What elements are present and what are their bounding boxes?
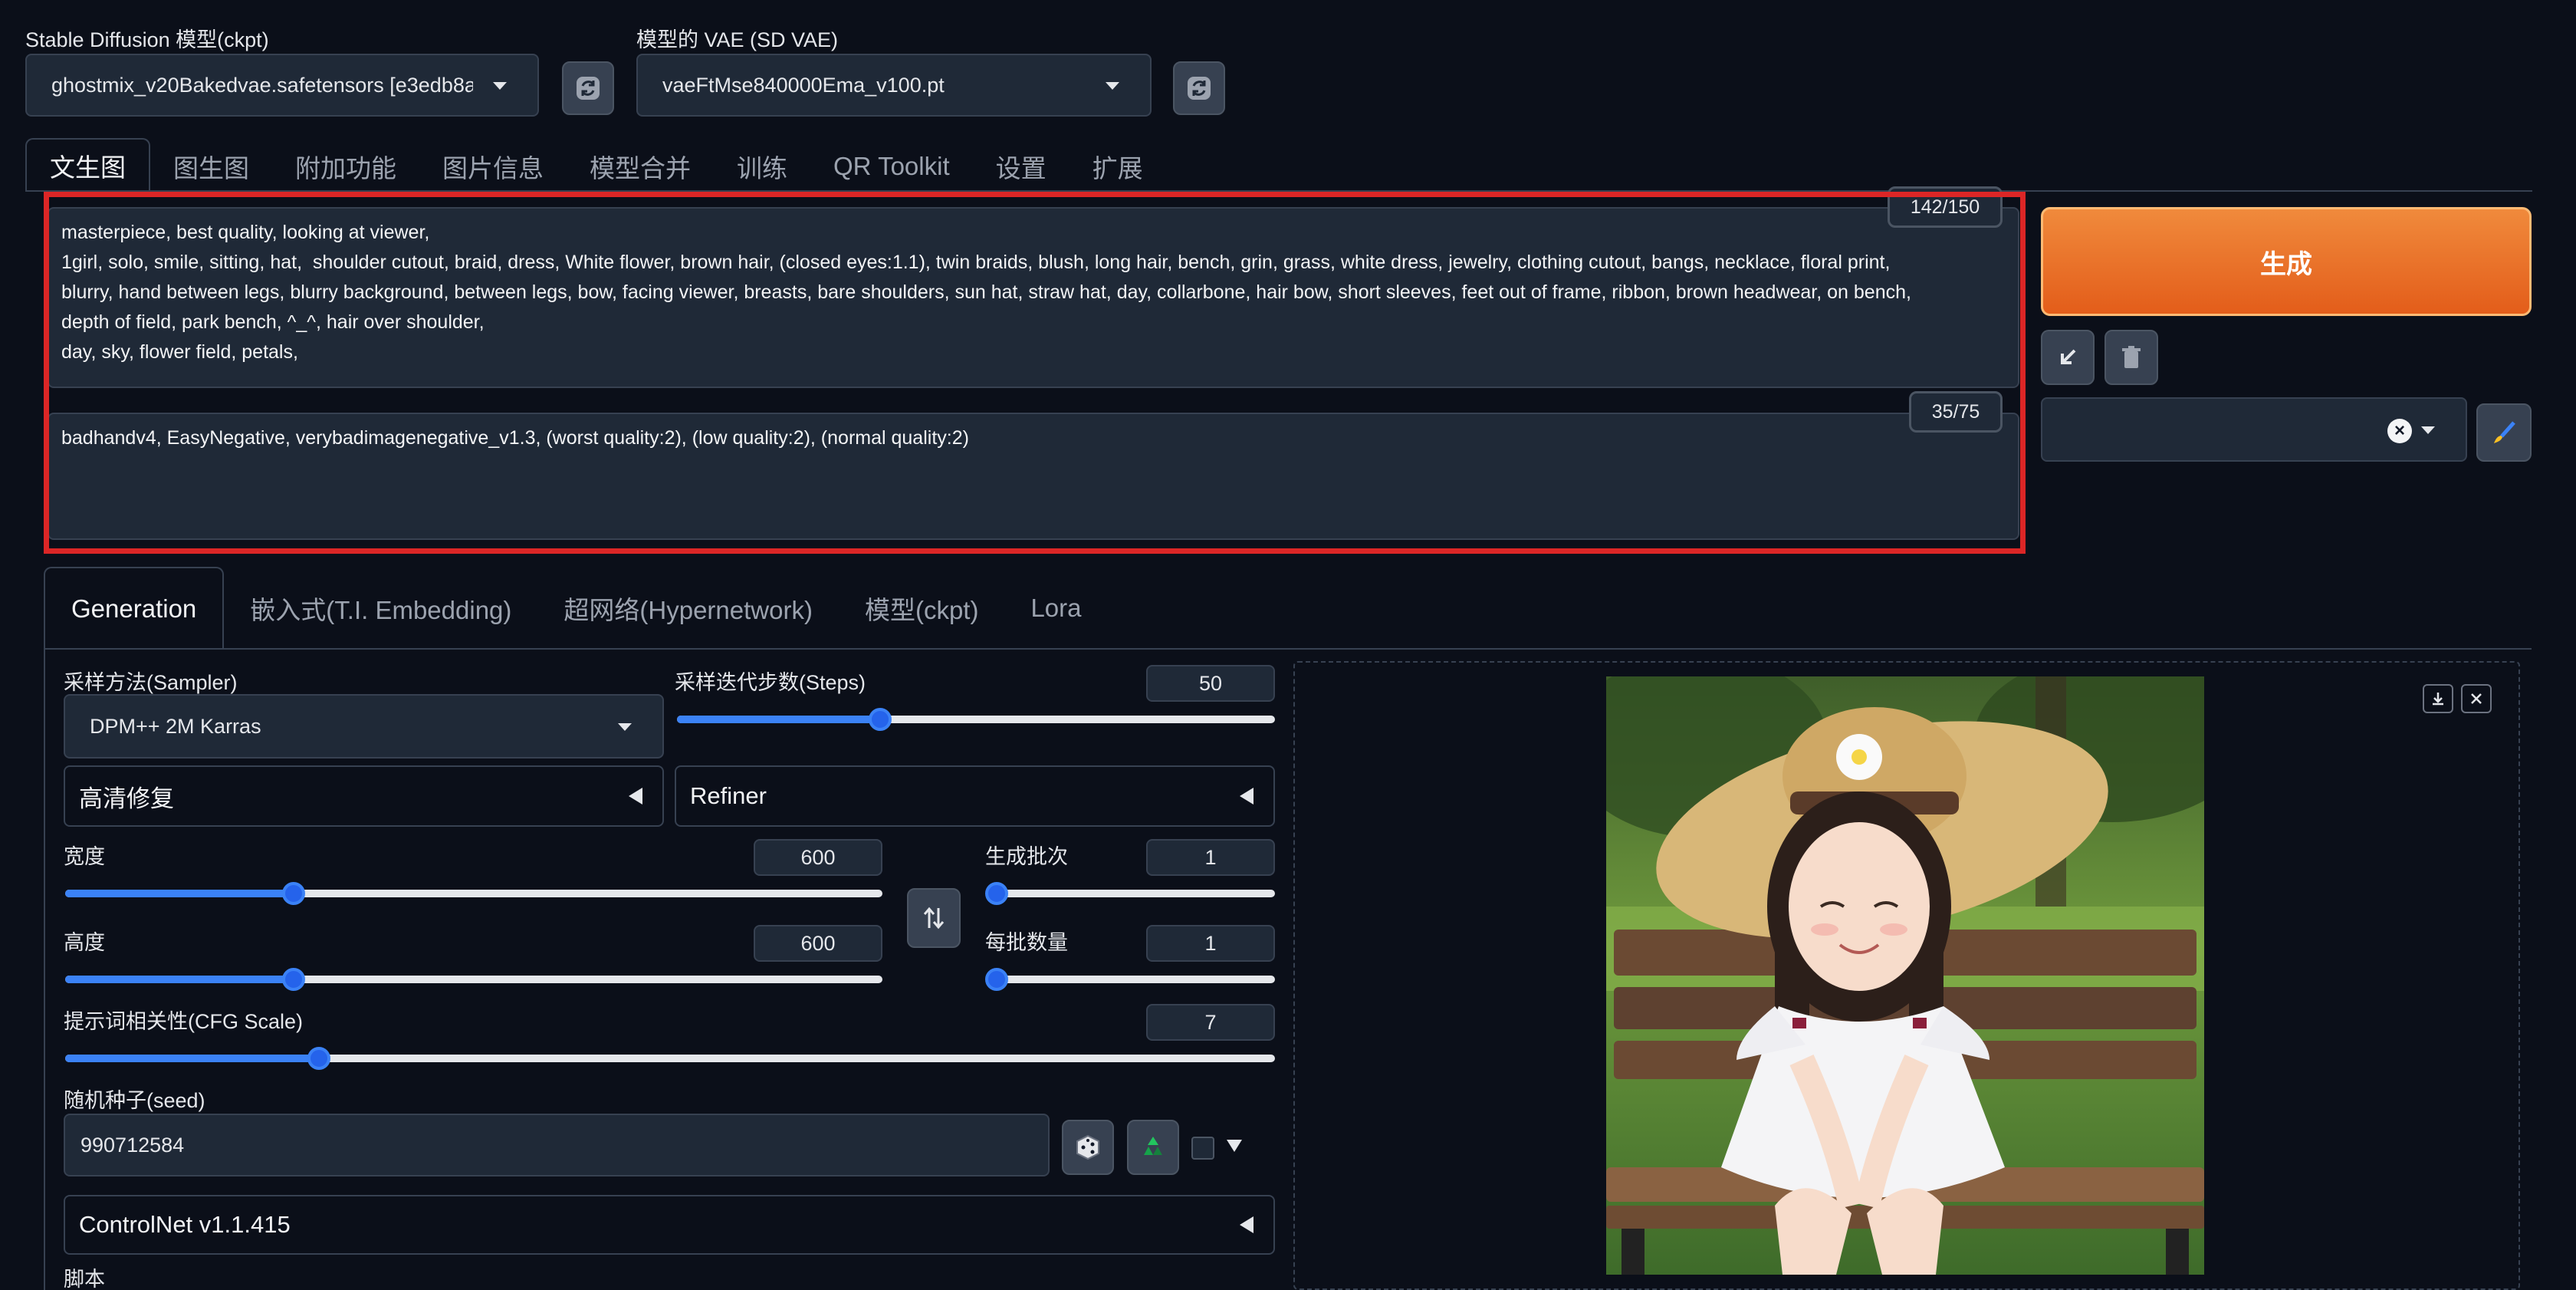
steps-slider[interactable]	[677, 708, 1275, 731]
styles-select[interactable]: ×	[2041, 397, 2467, 462]
slider-fill	[65, 1055, 320, 1062]
seed-input[interactable]: 990712584	[64, 1114, 1050, 1176]
refresh-icon	[1188, 77, 1211, 100]
controlnet-label: ControlNet v1.1.415	[79, 1211, 291, 1238]
cfg-label: 提示词相关性(CFG Scale)	[64, 1010, 304, 1033]
height-slider[interactable]	[65, 968, 882, 991]
tab-hypernetwork[interactable]: 超网络(Hypernetwork)	[537, 567, 839, 650]
apply-styles-button[interactable]	[2476, 403, 2532, 462]
dice-icon	[1076, 1134, 1099, 1160]
extra-networks-tabs: Generation 嵌入式(T.I. Embedding) 超网络(Hyper…	[44, 565, 1108, 650]
cfg-slider[interactable]	[65, 1047, 1275, 1070]
steps-input[interactable]: 50	[1146, 665, 1275, 702]
slider-fill	[65, 976, 294, 983]
tab-train[interactable]: 训练	[714, 141, 810, 192]
prompt-textarea[interactable]: masterpiece, best quality, looking at vi…	[48, 207, 2019, 388]
width-slider[interactable]	[65, 882, 882, 905]
refiner-label: Refiner	[690, 782, 767, 809]
download-icon	[2433, 693, 2443, 706]
generated-image[interactable]	[1606, 676, 2204, 1275]
negative-prompt-token-counter: 35/75	[1909, 391, 2003, 433]
arrow-down-left-icon	[2061, 349, 2076, 364]
tab-lora[interactable]: Lora	[1004, 567, 1107, 650]
refresh-checkpoint-button[interactable]	[562, 61, 614, 115]
slider-fill	[65, 890, 294, 897]
refiner-accordion[interactable]: Refiner	[675, 765, 1275, 827]
tab-textual-inversion[interactable]: 嵌入式(T.I. Embedding)	[224, 567, 537, 650]
sampler-label: 采样方法(Sampler)	[64, 671, 238, 694]
slider-thumb[interactable]	[985, 968, 1008, 991]
sampler-select[interactable]: DPM++ 2M Karras	[64, 694, 664, 759]
batch-size-slider[interactable]	[985, 968, 1275, 991]
triangle-left-icon	[1240, 788, 1254, 805]
clear-x-icon[interactable]: ×	[2387, 419, 2412, 443]
seed-extra-checkbox[interactable]	[1191, 1137, 1214, 1160]
slider-thumb[interactable]	[985, 882, 1008, 905]
main-tabs: 文生图 图生图 附加功能 图片信息 模型合并 训练 QR Toolkit 设置 …	[25, 138, 1166, 192]
tab-img2img[interactable]: 图生图	[150, 141, 272, 192]
seed-label: 随机种子(seed)	[64, 1089, 205, 1112]
dropdown-caret-icon	[493, 82, 507, 90]
slider-thumb[interactable]	[869, 708, 892, 731]
batch-count-label: 生成批次	[985, 845, 1068, 868]
read-params-button[interactable]	[2041, 330, 2095, 385]
negative-prompt-textarea[interactable]: badhandv4, EasyNegative, verybadimageneg…	[48, 413, 2019, 540]
close-image-button[interactable]	[2461, 684, 2492, 713]
controlnet-accordion[interactable]: ControlNet v1.1.415	[64, 1195, 1275, 1255]
paintbrush-icon	[2494, 421, 2515, 443]
tab-checkpoint-merger[interactable]: 模型合并	[567, 141, 714, 192]
hires-fix-accordion[interactable]: 高清修复	[64, 765, 664, 827]
checkpoint-select[interactable]: ghostmix_v20Bakedvae.safetensors [e3edb8…	[25, 54, 539, 117]
batch-size-label: 每批数量	[985, 931, 1068, 954]
batch-size-input[interactable]: 1	[1146, 925, 1275, 962]
seed-extra-toggle-icon[interactable]	[1227, 1140, 1242, 1152]
height-label: 高度	[64, 931, 105, 954]
download-button[interactable]	[2423, 684, 2453, 713]
trash-icon	[2122, 346, 2141, 368]
tab-qr-toolkit[interactable]: QR Toolkit	[810, 141, 973, 192]
tab-checkpoints[interactable]: 模型(ckpt)	[839, 567, 1005, 650]
tab-extensions[interactable]: 扩展	[1070, 141, 1166, 192]
sampler-value: DPM++ 2M Karras	[90, 714, 261, 738]
width-input[interactable]: 600	[754, 839, 882, 876]
tab-extras[interactable]: 附加功能	[272, 141, 419, 192]
tab-txt2img[interactable]: 文生图	[25, 138, 150, 192]
width-label: 宽度	[64, 845, 105, 868]
random-seed-button[interactable]	[1062, 1120, 1114, 1175]
checkpoint-value: ghostmix_v20Bakedvae.safetensors [e3edb8…	[51, 73, 473, 97]
dropdown-caret-icon	[2421, 426, 2435, 434]
generate-button[interactable]: 生成	[2041, 207, 2532, 316]
refresh-vae-button[interactable]	[1173, 61, 1225, 115]
tabs-divider	[25, 190, 2532, 192]
close-icon	[2471, 693, 2482, 704]
swap-icon	[923, 907, 945, 930]
checkpoint-label: Stable Diffusion 模型(ckpt)	[25, 28, 269, 51]
steps-label: 采样迭代步数(Steps)	[675, 671, 866, 694]
vae-value: vaeFtMse840000Ema_v100.pt	[662, 73, 945, 97]
height-input[interactable]: 600	[754, 925, 882, 962]
tab-generation[interactable]: Generation	[44, 567, 225, 650]
clear-prompt-button[interactable]	[2104, 330, 2158, 385]
dropdown-caret-icon	[618, 723, 632, 731]
dropdown-caret-icon	[1106, 82, 1119, 90]
script-label: 脚本	[64, 1268, 105, 1290]
reuse-seed-button[interactable]	[1127, 1120, 1179, 1175]
vae-select[interactable]: vaeFtMse840000Ema_v100.pt	[636, 54, 1152, 117]
recycle-icon	[1144, 1137, 1162, 1155]
hires-fix-label: 高清修复	[79, 785, 174, 812]
prompt-token-counter: 142/150	[1888, 186, 2003, 228]
tab-png-info[interactable]: 图片信息	[419, 141, 567, 192]
cfg-input[interactable]: 7	[1146, 1004, 1275, 1041]
batch-count-input[interactable]: 1	[1146, 839, 1275, 876]
slider-fill	[677, 716, 881, 723]
triangle-left-icon	[1240, 1216, 1254, 1233]
refresh-icon	[577, 77, 600, 100]
vae-label: 模型的 VAE (SD VAE)	[636, 28, 839, 51]
swap-dimensions-button[interactable]	[907, 888, 961, 948]
tab-settings[interactable]: 设置	[973, 141, 1070, 192]
batch-count-slider[interactable]	[985, 882, 1275, 905]
triangle-left-icon	[629, 788, 642, 805]
